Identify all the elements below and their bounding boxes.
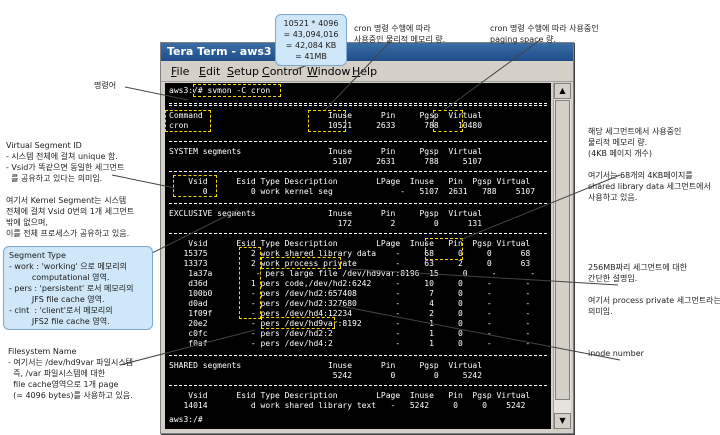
segment-type-callout: Segment Type - work : 'working' 으로 메모리의 …	[3, 246, 153, 330]
cron-inuse-note: cron 명령 수행에 따라 사용중인 물리적 메모리 량.	[354, 24, 446, 44]
segment-inuse-note: 해당 세그먼트에서 사용중인 물리적 메모리 량. (4KB 페이지 개수) 여…	[588, 127, 711, 202]
filesystem-note: Filesystem Name - 여기서는 /dev/hd9var 파일시스템…	[8, 347, 134, 400]
cron-pgsp-note: cron 명령 수행에 따라 사용중인 paging space 량.	[490, 24, 599, 44]
calculation-callout: 10521 * 4096 = 43,094,016 = 42,084 KB = …	[275, 14, 347, 66]
segment-description-note: 256MB짜리 세그먼트에 대한 간단한 설명임. 여기서 process pr…	[588, 263, 720, 316]
vsid-note: Virtual Segment ID - 시스템 전체에 걸쳐 unique 함…	[6, 141, 135, 238]
command-name-note: 명령어	[94, 81, 117, 90]
inode-note: inode number	[588, 349, 644, 358]
